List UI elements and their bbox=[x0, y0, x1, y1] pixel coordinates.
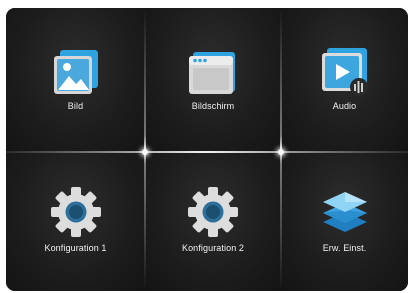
settings-menu-grid: Bild Bildschirm Audio Konfiguration 1 Ko… bbox=[6, 8, 408, 291]
audio-icon bbox=[319, 46, 371, 98]
grid-intersection-highlight bbox=[278, 149, 284, 155]
screen-window-icon bbox=[187, 46, 239, 98]
gear-icon bbox=[50, 186, 102, 238]
layers-icon bbox=[319, 186, 371, 238]
menu-tile-audio[interactable]: Audio bbox=[281, 8, 408, 152]
grid-divider-horizontal bbox=[6, 151, 408, 153]
menu-tile-konfiguration-2[interactable]: Konfiguration 2 bbox=[145, 152, 281, 291]
menu-tile-bild[interactable]: Bild bbox=[6, 8, 145, 152]
picture-icon bbox=[50, 46, 102, 98]
menu-tile-bildschirm[interactable]: Bildschirm bbox=[145, 8, 281, 152]
menu-tile-label: Erw. Einst. bbox=[322, 243, 367, 253]
menu-tile-label: Audio bbox=[332, 101, 357, 111]
menu-tile-label: Konfiguration 1 bbox=[44, 243, 107, 253]
grid-intersection-highlight bbox=[142, 149, 148, 155]
menu-tile-konfiguration-1[interactable]: Konfiguration 1 bbox=[6, 152, 145, 291]
gear-icon bbox=[187, 186, 239, 238]
settings-menu-panel: Bild Bildschirm Audio Konfiguration 1 Ko… bbox=[6, 8, 408, 291]
menu-tile-label: Bildschirm bbox=[191, 101, 235, 111]
menu-tile-erw-einst[interactable]: Erw. Einst. bbox=[281, 152, 408, 291]
menu-tile-label: Bild bbox=[67, 101, 84, 111]
menu-tile-label: Konfiguration 2 bbox=[181, 243, 245, 253]
